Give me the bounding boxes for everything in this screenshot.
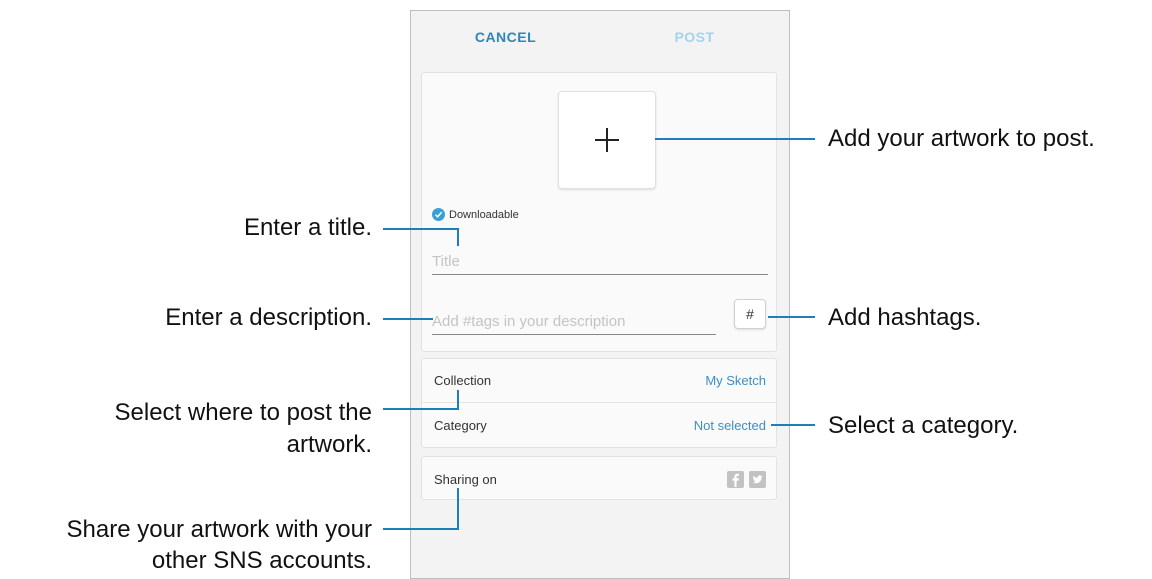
- callout-add-artwork: Add your artwork to post.: [828, 125, 1095, 152]
- category-row[interactable]: Category Not selected: [422, 403, 776, 447]
- callout-line-add-artwork: [655, 138, 815, 140]
- callout-line-title: [383, 228, 459, 230]
- downloadable-label: Downloadable: [449, 208, 519, 221]
- collection-value: My Sketch: [705, 373, 766, 388]
- callout-select-category: Select a category.: [828, 412, 1019, 439]
- callout-share-line2: other SNS accounts.: [151, 547, 372, 574]
- sharing-row: Sharing on: [422, 457, 776, 501]
- plus-icon: [595, 128, 619, 152]
- callout-enter-description: Enter a description.: [165, 304, 372, 331]
- downloadable-checkbox[interactable]: Downloadable: [432, 208, 519, 221]
- collection-row[interactable]: Collection My Sketch: [422, 359, 776, 403]
- callout-line-description: [383, 318, 433, 320]
- callout-line-category: [771, 424, 815, 426]
- settings-card: Collection My Sketch Category Not select…: [421, 358, 777, 448]
- callout-share-line1: Share your artwork with your: [66, 516, 372, 543]
- callout-select-where-line1: Select where to post the: [114, 399, 372, 426]
- callout-line-sharing: [383, 528, 459, 530]
- callout-line-collection: [383, 408, 459, 410]
- check-icon: [432, 208, 445, 221]
- hashtag-button[interactable]: #: [734, 299, 766, 329]
- callout-add-hashtags: Add hashtags.: [828, 304, 982, 331]
- description-input[interactable]: [432, 308, 716, 335]
- callout-select-where-line2: artwork.: [286, 431, 372, 458]
- phone-screen: CANCEL POST Downloadable # Collection My…: [410, 10, 790, 579]
- sharing-label: Sharing on: [434, 471, 497, 487]
- callout-enter-title: Enter a title.: [243, 214, 372, 241]
- callout-line-hashtags: [768, 316, 815, 318]
- artwork-form-card: Downloadable #: [421, 72, 777, 352]
- top-action-bar: CANCEL POST: [411, 11, 789, 63]
- add-artwork-button[interactable]: [558, 91, 656, 189]
- post-button[interactable]: POST: [600, 29, 789, 45]
- title-input[interactable]: [432, 248, 768, 275]
- category-value: Not selected: [693, 417, 766, 433]
- social-icons: [727, 470, 766, 488]
- collection-label: Collection: [434, 373, 492, 388]
- cancel-button[interactable]: CANCEL: [411, 29, 600, 45]
- callout-line-sharing-vertical: [457, 488, 459, 530]
- callout-line-title-vertical: [457, 228, 459, 246]
- twitter-icon[interactable]: [749, 470, 766, 488]
- facebook-icon[interactable]: [727, 470, 744, 488]
- callout-line-collection-vertical: [457, 390, 459, 410]
- sharing-card: Sharing on: [421, 456, 777, 500]
- category-label: Category: [434, 417, 487, 433]
